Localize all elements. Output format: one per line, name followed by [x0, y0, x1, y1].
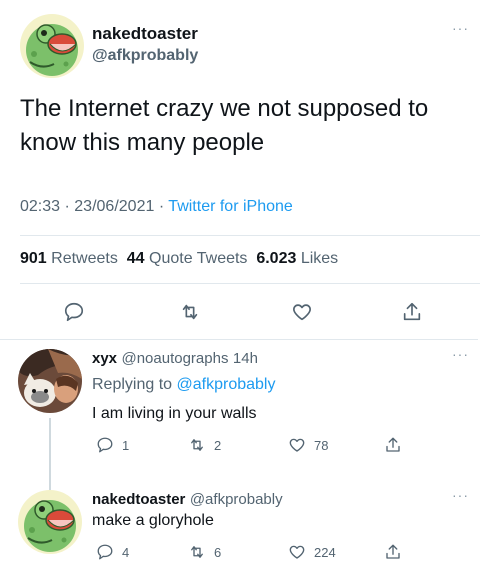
- like-button[interactable]: 224: [288, 543, 336, 561]
- reply-text: make a gloryhole: [92, 512, 214, 529]
- tweet-text-line: know this many people: [20, 129, 265, 156]
- quotes-stat[interactable]: 44 Quote Tweets: [127, 250, 248, 267]
- share-button[interactable]: [384, 543, 402, 561]
- reply-author-name[interactable]: nakedtoaster: [92, 491, 185, 508]
- reply-header: nakedtoaster @afkprobably: [92, 491, 283, 509]
- divider: [20, 235, 480, 236]
- retweets-label: Retweets: [51, 250, 118, 267]
- reply-button[interactable]: 4: [96, 543, 129, 561]
- retweet-icon: [191, 439, 203, 451]
- reply-author-handle[interactable]: @noautographs: [121, 350, 228, 367]
- quotes-count: 44: [126, 250, 145, 267]
- meta-separator: ·: [158, 198, 165, 215]
- reply-time[interactable]: 14h: [233, 350, 258, 367]
- thread-line: [49, 418, 51, 490]
- heart-icon: [289, 545, 305, 559]
- speech-bubble-icon: [64, 302, 84, 322]
- speech-bubble-icon: [97, 544, 113, 560]
- speech-bubble-icon: [97, 437, 113, 453]
- reply-count: 4: [122, 544, 130, 560]
- reply-author-handle[interactable]: @afkprobably: [190, 491, 283, 508]
- reply-button[interactable]: 1: [96, 436, 129, 454]
- more-options-icon[interactable]: ···: [452, 487, 469, 503]
- like-button[interactable]: [288, 298, 316, 326]
- reply-button[interactable]: [60, 298, 88, 326]
- share-icon: [403, 302, 421, 321]
- frog-avatar-image: [18, 490, 82, 554]
- retweet-icon: [182, 304, 198, 320]
- retweet-count: 6: [214, 544, 222, 560]
- tweet-text-line: The Internet crazy we not supposed to: [20, 95, 429, 122]
- share-button[interactable]: [384, 436, 402, 454]
- reply-header: xyx @noautographs 14h: [92, 350, 258, 368]
- meta-separator: ·: [64, 198, 70, 215]
- tweet-time[interactable]: 02:33: [20, 198, 60, 215]
- quotes-label: Quote Tweets: [149, 250, 248, 267]
- avatar[interactable]: [18, 490, 82, 554]
- author-handle[interactable]: @afkprobably: [92, 47, 198, 65]
- retweets-count: 901: [20, 250, 47, 267]
- retweet-icon: [191, 546, 203, 558]
- retweet-button[interactable]: [176, 298, 204, 326]
- tweet-source[interactable]: Twitter for iPhone: [168, 198, 293, 215]
- more-options-icon[interactable]: ···: [452, 346, 469, 362]
- reply-count: 1: [122, 437, 130, 453]
- retweet-button[interactable]: 6: [188, 543, 221, 561]
- replying-to: Replying to @afkprobably: [92, 376, 275, 394]
- likes-stat[interactable]: 6.023 Likes: [256, 250, 338, 267]
- frog-avatar-image: [20, 14, 84, 78]
- cat-avatar-image: [18, 349, 82, 413]
- share-icon: [386, 437, 400, 452]
- divider: [20, 283, 480, 284]
- reply-author-name[interactable]: xyx: [92, 350, 117, 367]
- heart-icon: [293, 304, 311, 321]
- avatar[interactable]: [20, 14, 84, 78]
- avatar[interactable]: [18, 349, 82, 413]
- author-name[interactable]: nakedtoaster: [92, 24, 198, 44]
- like-count: 224: [314, 544, 336, 560]
- tweet-meta: 02:33 · 23/06/2021 · Twitter for iPhone: [20, 198, 293, 216]
- likes-label: Likes: [300, 250, 339, 267]
- divider: [0, 339, 478, 340]
- retweet-count: 2: [214, 437, 222, 453]
- tweet-text: The Internet crazy we not supposed to kn…: [20, 92, 480, 160]
- retweet-button[interactable]: 2: [188, 436, 221, 454]
- tweet-stats: 901 Retweets 44 Quote Tweets 6.023 Likes: [20, 250, 338, 268]
- replying-mention[interactable]: @afkprobably: [177, 376, 276, 393]
- heart-icon: [289, 438, 305, 452]
- more-options-icon[interactable]: ···: [452, 20, 469, 36]
- share-icon: [386, 544, 400, 559]
- retweets-stat[interactable]: 901 Retweets: [20, 250, 118, 267]
- reply-text: I am living in your walls: [92, 405, 257, 422]
- share-button[interactable]: [398, 298, 426, 326]
- like-count: 78: [314, 437, 329, 453]
- replying-prefix: Replying to: [92, 376, 173, 393]
- tweet-date[interactable]: 23/06/2021: [74, 198, 154, 215]
- likes-count: 6.023: [256, 250, 297, 267]
- like-button[interactable]: 78: [288, 436, 328, 454]
